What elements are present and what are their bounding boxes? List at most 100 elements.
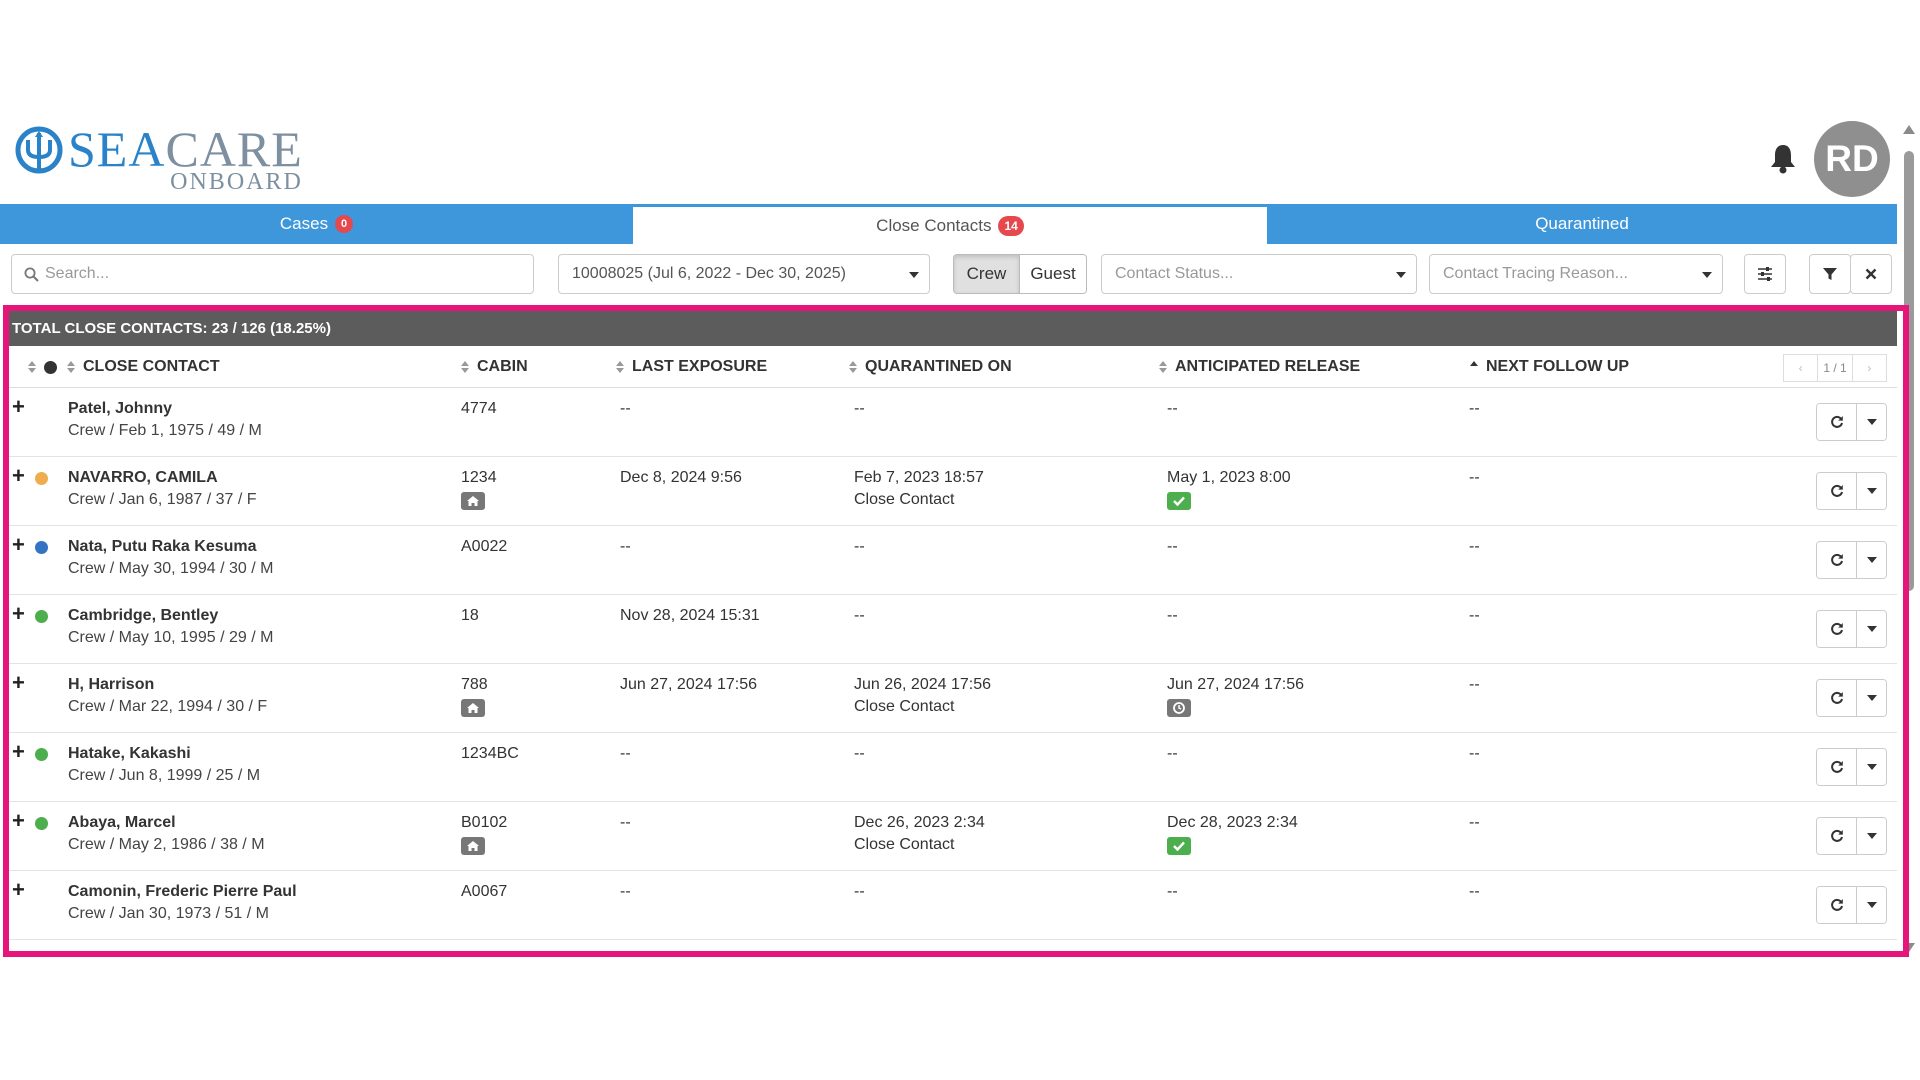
next-follow-up-column-header[interactable]: NEXT FOLLOW UP [1470,346,1629,388]
contact-name[interactable]: Hatake, Kakashi [68,743,260,765]
home-icon [461,492,485,510]
expand-row-icon[interactable]: + [12,603,25,625]
cabin-cell: A0067 [461,881,507,903]
last-exposure-cell: Jun 27, 2024 17:56 [620,676,758,693]
anticipated-release-cell: -- [1167,398,1178,420]
row-menu-button[interactable] [1857,611,1886,647]
last-exposure-cell: -- [620,538,631,555]
tab-close-contacts[interactable]: Close Contacts 14 [633,204,1267,245]
last-exposure-column-header[interactable]: LAST EXPOSURE [616,346,767,388]
refresh-button[interactable] [1817,749,1857,785]
next-follow-up-cell: -- [1469,676,1480,693]
row-menu-button[interactable] [1857,404,1886,440]
refresh-button[interactable] [1817,818,1857,854]
expand-row-icon[interactable]: + [12,534,25,556]
quarantined-on-header-label: QUARANTINED ON [865,358,1012,375]
refresh-button[interactable] [1817,680,1857,716]
next-follow-up-cell: -- [1469,745,1480,762]
tab-quarantined[interactable]: Quarantined [1267,204,1897,244]
last-exposure-cell: -- [620,883,631,900]
page-scrollbar[interactable] [1902,125,1916,955]
refresh-button[interactable] [1817,473,1857,509]
refresh-icon [1830,622,1843,635]
contact-name[interactable]: Cambridge, Bentley [68,605,273,627]
row-menu-button[interactable] [1857,887,1886,923]
home-icon [461,699,485,717]
logo-subtitle: ONBOARD [170,169,303,195]
status-dot-icon [35,610,48,623]
contact-name[interactable]: Camonin, Frederic Pierre Paul [68,881,297,903]
status-dot-icon [35,472,48,485]
tab-cases[interactable]: Cases 0 [0,204,633,244]
table-row: + Patel, Johnny Crew / Feb 1, 1975 / 49 … [9,388,1897,457]
row-actions [1816,610,1887,648]
row-actions [1816,748,1887,786]
contact-tracing-reason-select[interactable]: Contact Tracing Reason... [1429,254,1723,294]
expand-row-icon[interactable]: + [12,396,25,418]
cases-count-badge: 0 [335,215,354,233]
next-follow-up-cell: -- [1469,883,1480,900]
pager-next-button[interactable]: › [1853,355,1886,381]
table-row: + Hatake, Kakashi Crew / Jun 8, 1999 / 2… [9,733,1897,802]
quarantined-on-cell: Jun 26, 2024 17:56 Close Contact [854,674,991,718]
cabin-number: B0102 [461,814,508,831]
table-row: + NAVARRO, CAMILA Crew / Jan 6, 1987 / 3… [9,457,1897,526]
expand-row-icon[interactable]: + [12,741,25,763]
status-dot-icon [44,360,57,374]
refresh-button[interactable] [1817,404,1857,440]
contact-name[interactable]: NAVARRO, CAMILA [68,467,257,489]
last-exposure-cell: -- [620,400,631,417]
contact-status-placeholder: Contact Status... [1115,265,1234,282]
voyage-select[interactable]: 10008025 (Jul 6, 2022 - Dec 30, 2025) [558,254,930,294]
contact-name[interactable]: Patel, Johnny [68,398,262,420]
refresh-button[interactable] [1817,542,1857,578]
quarantined-on-date: -- [854,607,865,624]
quarantined-on-cell: -- [854,398,865,420]
contact-name[interactable]: Nata, Putu Raka Kesuma [68,536,273,558]
filter-button[interactable] [1809,254,1851,294]
row-menu-button[interactable] [1857,818,1886,854]
cabin-column-header[interactable]: CABIN [461,346,528,388]
quarantined-on-column-header[interactable]: QUARANTINED ON [849,346,1012,388]
contact-status-select[interactable]: Contact Status... [1101,254,1417,294]
expand-row-icon[interactable]: + [12,879,25,901]
quarantined-on-cell: Feb 7, 2023 18:57 Close Contact [854,467,984,511]
refresh-button[interactable] [1817,611,1857,647]
cabin-cell: 18 [461,605,479,627]
search-box[interactable] [11,254,534,294]
row-menu-button[interactable] [1857,749,1886,785]
caret-down-icon [1866,902,1877,908]
cabin-cell: A0022 [461,536,507,558]
crew-toggle-button[interactable]: Crew [954,255,1020,293]
expand-row-icon[interactable]: + [12,672,25,694]
status-sort-header[interactable]: CLOSE CONTACT [28,346,220,388]
row-menu-button[interactable] [1857,680,1886,716]
expand-row-icon[interactable]: + [12,465,25,487]
anticipated-release-column-header[interactable]: ANTICIPATED RELEASE [1159,346,1360,388]
pager-prev-button[interactable]: ‹ [1784,355,1817,381]
expand-row-icon[interactable]: + [12,810,25,832]
contact-name[interactable]: H, Harrison [68,674,267,696]
table-header: CLOSE CONTACT CABIN LAST EXPOSURE QUARAN… [9,346,1897,388]
cabin-cell: B0102 [461,812,507,862]
seacare-logo[interactable]: SEACARE ONBOARD [14,124,303,194]
avatar[interactable]: RD [1814,121,1890,197]
scroll-thumb[interactable] [1904,151,1914,591]
guest-toggle-button[interactable]: Guest [1020,255,1086,293]
anticipated-release-date: -- [1167,400,1178,417]
scroll-down-icon[interactable] [1903,943,1915,952]
last-exposure-header-label: LAST EXPOSURE [632,358,768,375]
contact-details: Crew / Jan 30, 1973 / 51 / M [68,905,269,922]
cabin-number: A0067 [461,883,508,900]
row-menu-button[interactable] [1857,542,1886,578]
anticipated-release-cell: -- [1167,881,1178,903]
clear-filters-button[interactable] [1850,254,1892,294]
column-settings-button[interactable] [1744,254,1786,294]
close-contacts-table: TOTAL CLOSE CONTACTS: 23 / 126 (18.25%) … [9,311,1897,963]
search-input[interactable] [45,265,505,283]
bell-icon[interactable] [1769,142,1797,174]
scroll-up-icon[interactable] [1903,125,1915,134]
contact-name[interactable]: Abaya, Marcel [68,812,265,834]
row-menu-button[interactable] [1857,473,1886,509]
refresh-button[interactable] [1817,887,1857,923]
